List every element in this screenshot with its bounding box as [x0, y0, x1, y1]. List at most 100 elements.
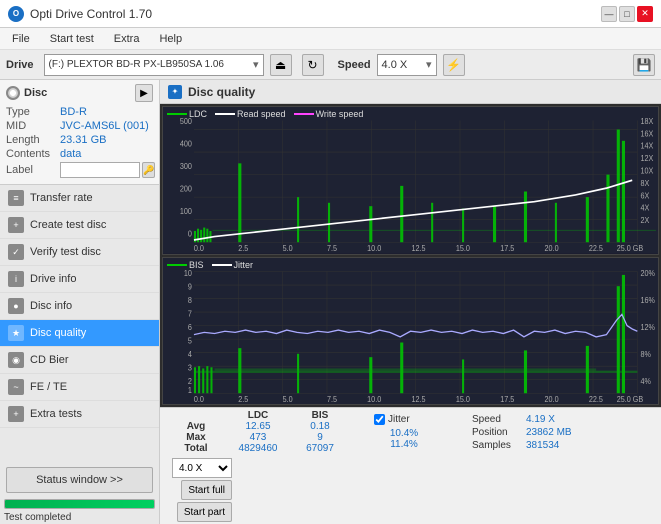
position-label: Position: [472, 427, 522, 438]
svg-text:25.0 GB: 25.0 GB: [617, 244, 643, 253]
avg-jitter: 10.4%: [374, 428, 434, 439]
nav-create-test-disc-label: Create test disc: [30, 219, 106, 231]
svg-text:7: 7: [188, 309, 192, 318]
right-stats: Speed 4.19 X Position 23862 MB Samples 3…: [472, 414, 612, 451]
samples-label: Samples: [472, 440, 522, 451]
jitter-label: Jitter: [388, 414, 410, 425]
speed-select[interactable]: 4.0 X ▾: [377, 54, 437, 76]
nav-verify-test-disc[interactable]: ✓ Verify test disc: [0, 239, 159, 266]
svg-text:300: 300: [180, 162, 192, 171]
jitter-checkbox[interactable]: [374, 414, 385, 425]
drive-info-icon: i: [8, 271, 24, 287]
menu-help[interactable]: Help: [155, 32, 186, 46]
close-button[interactable]: ✕: [637, 6, 653, 22]
menu-extra[interactable]: Extra: [110, 32, 144, 46]
svg-text:1: 1: [188, 385, 192, 394]
disc-quality-icon: ★: [8, 325, 24, 341]
svg-text:10: 10: [184, 268, 192, 277]
nav-extra-tests[interactable]: + Extra tests: [0, 401, 159, 428]
nav-cd-bier[interactable]: ◉ CD Bier: [0, 347, 159, 374]
progress-bar: [4, 499, 155, 509]
col-header-empty: [166, 410, 226, 421]
disc-section-label: Disc: [24, 87, 47, 99]
svg-text:20.0: 20.0: [545, 394, 559, 403]
svg-text:3: 3: [188, 363, 192, 372]
nav-drive-info-label: Drive info: [30, 273, 76, 285]
nav-fe-te[interactable]: ~ FE / TE: [0, 374, 159, 401]
avg-label: Avg: [166, 421, 226, 432]
transfer-rate-icon: ≡: [8, 190, 24, 206]
svg-text:10X: 10X: [640, 166, 653, 175]
app-icon: O: [8, 6, 24, 22]
svg-text:5: 5: [188, 336, 192, 345]
speed-btn[interactable]: ⚡: [443, 54, 465, 76]
svg-text:10.0: 10.0: [367, 394, 381, 403]
mid-val: JVC-AMS6L (001): [60, 120, 149, 132]
eject-button[interactable]: ⏏: [270, 54, 292, 76]
svg-text:12X: 12X: [640, 154, 653, 163]
cd-bier-icon: ◉: [8, 352, 24, 368]
svg-text:8X: 8X: [640, 179, 649, 188]
contents-key: Contents: [6, 148, 58, 160]
drive-select[interactable]: (F:) PLEXTOR BD-R PX-LB950SA 1.06 ▾: [44, 54, 264, 76]
svg-text:0.0: 0.0: [194, 394, 204, 403]
jitter-area: Jitter 10.4% 11.4%: [374, 414, 464, 450]
svg-text:17.5: 17.5: [500, 244, 514, 253]
nav-disc-info[interactable]: ● Disc info: [0, 293, 159, 320]
length-key: Length: [6, 134, 58, 146]
save-btn[interactable]: 💾: [633, 54, 655, 76]
type-key: Type: [6, 106, 58, 118]
progress-container: [0, 497, 159, 511]
create-test-disc-icon: +: [8, 217, 24, 233]
label-input[interactable]: [60, 162, 140, 178]
svg-text:17.5: 17.5: [500, 394, 514, 403]
refresh-button[interactable]: ↻: [302, 54, 324, 76]
label-edit-btn[interactable]: 🔑: [142, 162, 155, 178]
main-content: Disc ▶ Type BD-R MID JVC-AMS6L (001) Len…: [0, 80, 661, 524]
menu-start-test[interactable]: Start test: [46, 32, 98, 46]
stats-area: LDC BIS Avg 12.65 0.18 Max 473 9 Total 4…: [160, 407, 661, 524]
svg-text:6X: 6X: [640, 191, 649, 200]
svg-text:8%: 8%: [640, 349, 651, 358]
nav-transfer-rate[interactable]: ≡ Transfer rate: [0, 185, 159, 212]
panel-title: Disc quality: [188, 85, 255, 99]
max-jitter: 11.4%: [374, 439, 434, 450]
nav-fe-te-label: FE / TE: [30, 381, 67, 393]
contents-val: data: [60, 148, 81, 160]
right-panel: ✦ Disc quality LDC Read speed Write spee…: [160, 80, 661, 524]
disc-icon: [6, 86, 20, 100]
start-part-button[interactable]: Start part: [177, 502, 232, 522]
speed-dropdown[interactable]: 4.0 X 2.0 X 1.0 X: [172, 458, 232, 478]
mid-key: MID: [6, 120, 58, 132]
nav-disc-quality[interactable]: ★ Disc quality: [0, 320, 159, 347]
nav-cd-bier-label: CD Bier: [30, 354, 69, 366]
drive-toolbar: Drive (F:) PLEXTOR BD-R PX-LB950SA 1.06 …: [0, 50, 661, 80]
svg-text:2X: 2X: [640, 216, 649, 225]
extra-tests-icon: +: [8, 406, 24, 422]
svg-text:0: 0: [188, 229, 192, 238]
length-val: 23.31 GB: [60, 134, 106, 146]
svg-text:4: 4: [188, 349, 192, 358]
charts-area: LDC Read speed Write speed: [160, 104, 661, 407]
status-text: Test completed: [0, 511, 159, 524]
title-bar: O Opti Drive Control 1.70 — □ ✕: [0, 0, 661, 28]
speed-label: Speed: [338, 59, 371, 71]
nav-drive-info[interactable]: i Drive info: [0, 266, 159, 293]
nav-create-test-disc[interactable]: + Create test disc: [0, 212, 159, 239]
disc-action-btn[interactable]: ▶: [135, 84, 153, 102]
menu-file[interactable]: File: [8, 32, 34, 46]
sidebar: Disc ▶ Type BD-R MID JVC-AMS6L (001) Len…: [0, 80, 160, 524]
start-full-button[interactable]: Start full: [181, 480, 232, 500]
minimize-button[interactable]: —: [601, 6, 617, 22]
status-window-button[interactable]: Status window >>: [6, 467, 153, 493]
maximize-button[interactable]: □: [619, 6, 635, 22]
svg-text:16X: 16X: [640, 129, 653, 138]
drive-label: Drive: [6, 59, 34, 71]
svg-text:100: 100: [180, 207, 192, 216]
svg-text:22.5: 22.5: [589, 244, 603, 253]
svg-text:15.0: 15.0: [456, 394, 470, 403]
bottom-chart-svg: 10 9 8 7 6 5 4 3 2 1 20% 16% 12% 8% 4%: [163, 258, 658, 405]
svg-text:5.0: 5.0: [283, 394, 293, 403]
nav-transfer-rate-label: Transfer rate: [30, 192, 93, 204]
top-chart-legend: LDC Read speed Write speed: [167, 109, 363, 119]
